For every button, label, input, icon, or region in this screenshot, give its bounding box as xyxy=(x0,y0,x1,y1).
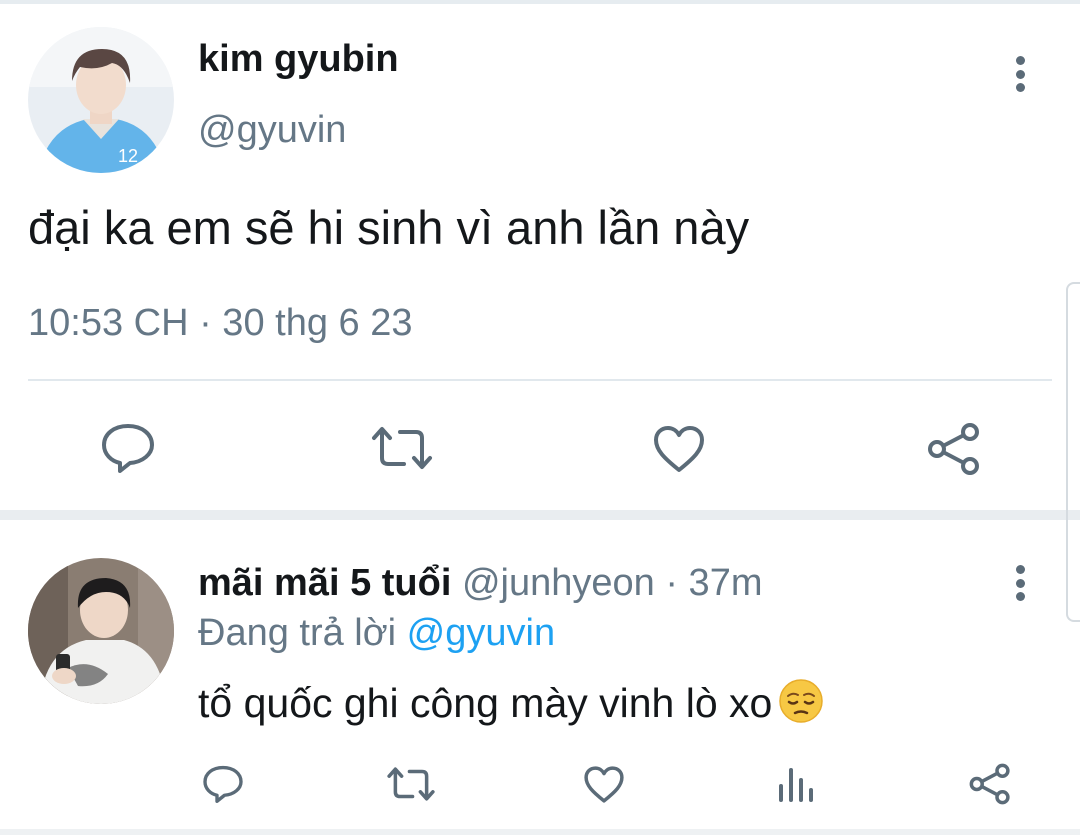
like-icon[interactable] xyxy=(652,424,706,474)
replying-to-prefix: Đang trả lời xyxy=(198,612,407,654)
reply-reply-icon[interactable] xyxy=(202,764,244,804)
main-avatar[interactable]: 12 xyxy=(28,27,174,173)
reply-tweet-text: tổ quốc ghi công mày vinh lò xo xyxy=(198,678,824,734)
main-tweet-timestamp: 10:53 CH · 30 thg 6 23 xyxy=(28,302,413,344)
reply-avatar[interactable] xyxy=(28,558,174,704)
replying-to-line: Đang trả lời @gyuvin xyxy=(198,612,555,655)
analytics-icon[interactable] xyxy=(776,764,816,804)
reply-more-options-icon[interactable] xyxy=(1014,565,1026,601)
main-display-name[interactable]: kim gyubin xyxy=(198,38,399,81)
bottom-edge xyxy=(0,829,1080,835)
svg-text:12: 12 xyxy=(118,146,138,166)
reply-share-icon[interactable] xyxy=(968,763,1012,805)
top-edge xyxy=(0,0,1080,4)
share-icon[interactable] xyxy=(926,422,982,476)
retweet-icon[interactable] xyxy=(370,424,434,472)
main-handle[interactable]: @gyuvin xyxy=(198,109,346,152)
main-tweet-text: đại ka em sẽ hi sinh vì anh lần này xyxy=(28,201,750,254)
main-more-options-icon[interactable] xyxy=(1014,56,1026,92)
section-separator xyxy=(0,510,1080,520)
reply-icon[interactable] xyxy=(100,422,156,474)
reply-retweet-icon[interactable] xyxy=(386,765,436,803)
reply-display-name[interactable]: mãi mãi 5 tuổi xyxy=(198,562,451,604)
divider xyxy=(28,379,1052,381)
reply-handle-time[interactable]: @junhyeon · 37m xyxy=(451,562,763,604)
replying-to-mention[interactable]: @gyuvin xyxy=(407,612,555,654)
scrollbar[interactable] xyxy=(1066,282,1080,622)
reply-text-content: tổ quốc ghi công mày vinh lò xo xyxy=(198,679,773,726)
reply-like-icon[interactable] xyxy=(583,765,625,804)
reply-header: mãi mãi 5 tuổi @junhyeon · 37m xyxy=(198,562,762,605)
pensive-face-emoji xyxy=(778,678,824,734)
